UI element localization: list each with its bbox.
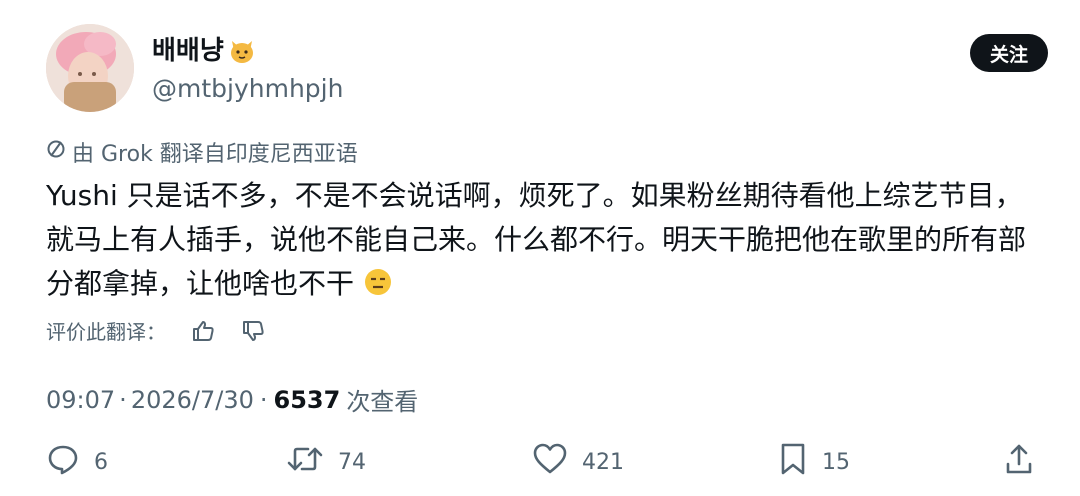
share-icon: [1004, 442, 1048, 482]
rate-translation: 评价此翻译：: [46, 316, 266, 345]
tweet-meta: 09:07 · 2026/7/30 · 6537 次查看: [46, 382, 418, 417]
reply-icon: [46, 442, 94, 482]
heart-icon: [532, 442, 582, 482]
tweet-header: 배배냥 @mtbjyhmhpjh 关注: [46, 24, 1048, 116]
reply-button[interactable]: 6: [46, 442, 108, 482]
avatar-image: [46, 24, 134, 112]
tweet-actions: 6 74 421 15: [46, 442, 1048, 482]
cat-face-icon: [228, 37, 256, 65]
bookmark-count: 15: [822, 449, 850, 475]
bookmark-button[interactable]: 15: [778, 442, 850, 482]
translation-attribution-text[interactable]: 由 Grok 翻译自印度尼西亚语: [72, 136, 358, 168]
tweet-date[interactable]: 2026/7/30: [131, 386, 254, 414]
author-avatar[interactable]: [46, 24, 134, 112]
rate-translation-label: 评价此翻译：: [46, 320, 166, 344]
meta-separator: ·: [119, 385, 127, 414]
tweet-text: Yushi 只是话不多，不是不会说话啊，烦死了。如果粉丝期待看他上综艺节目，就马…: [46, 174, 1046, 310]
translate-icon: [46, 139, 72, 165]
thumbs-up-icon[interactable]: [192, 319, 216, 343]
share-button[interactable]: [1004, 442, 1048, 482]
reply-count: 6: [94, 449, 108, 475]
follow-button[interactable]: 关注: [970, 34, 1048, 72]
repost-icon: [286, 442, 338, 482]
repost-count: 74: [338, 449, 366, 475]
translation-attribution: 由 Grok 翻译自印度尼西亚语: [46, 136, 358, 168]
tweet-time[interactable]: 09:07: [46, 386, 115, 414]
meta-separator: ·: [259, 385, 268, 414]
like-count: 421: [582, 449, 624, 475]
bookmark-icon: [778, 442, 822, 482]
author-handle[interactable]: @mtbjyhmhpjh: [152, 72, 343, 106]
views-count[interactable]: 6537: [274, 386, 341, 414]
tweet-body: Yushi 只是话不多，不是不会说话啊，烦死了。如果粉丝期待看他上综艺节目，就马…: [46, 179, 1027, 300]
views-label: 次查看: [346, 388, 419, 416]
expressionless-face-icon: [363, 266, 393, 310]
like-button[interactable]: 421: [532, 442, 624, 482]
repost-button[interactable]: 74: [286, 442, 366, 482]
display-name-text: 배배냥: [152, 36, 224, 66]
author-display-name[interactable]: 배배냥: [152, 34, 343, 68]
thumbs-down-icon[interactable]: [242, 319, 266, 343]
